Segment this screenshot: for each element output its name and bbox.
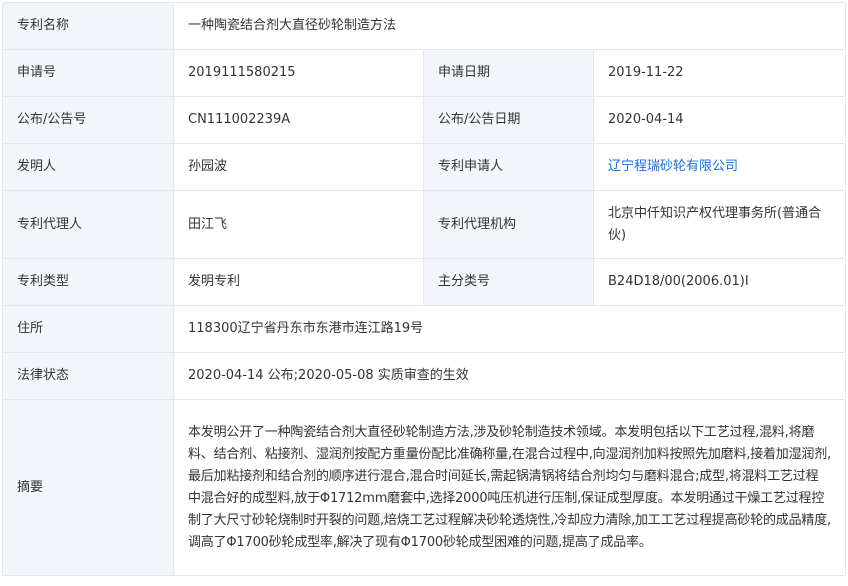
publication-date-label: 公布/公告日期 <box>423 96 594 144</box>
agent-value: 田江飞 <box>173 190 424 259</box>
applicant-cell: 辽宁程瑞砂轮有限公司 <box>592 143 847 191</box>
application-no-value: 2019111580215 <box>173 49 424 97</box>
patent-name-value: 一种陶瓷结合剂大直径砂轮制造方法 <box>172 2 847 50</box>
abstract-label: 摘要 <box>2 399 174 576</box>
patent-type-label: 专利类型 <box>2 258 174 306</box>
patent-name-label: 专利名称 <box>2 2 174 50</box>
row-address: 住所 118300辽宁省丹东市东港市连江路19号 <box>2 305 847 353</box>
application-no-label: 申请号 <box>2 49 174 97</box>
legal-status-label: 法律状态 <box>2 352 174 400</box>
publication-no-value: CN111002239A <box>173 96 424 144</box>
row-inventor-applicant: 发明人 孙园波 专利申请人 辽宁程瑞砂轮有限公司 <box>2 143 847 191</box>
row-type-class: 专利类型 发明专利 主分类号 B24D18/00(2006.01)I <box>2 258 847 306</box>
applicant-link[interactable]: 辽宁程瑞砂轮有限公司 <box>608 159 738 174</box>
address-value: 118300辽宁省丹东市东港市连江路19号 <box>172 305 847 353</box>
main-class-value: B24D18/00(2006.01)I <box>592 258 847 306</box>
publication-no-label: 公布/公告号 <box>2 96 174 144</box>
inventor-label: 发明人 <box>2 143 174 191</box>
application-date-label: 申请日期 <box>423 49 594 97</box>
inventor-value: 孙园波 <box>173 143 424 191</box>
abstract-value: 本发明公开了一种陶瓷结合剂大直径砂轮制造方法,涉及砂轮制造技术领域。本发明包括以… <box>172 399 847 576</box>
agency-label: 专利代理机构 <box>423 190 594 259</box>
address-label: 住所 <box>2 305 174 353</box>
agency-value: 北京中仟知识产权代理事务所(普通合伙) <box>592 190 847 259</box>
row-abstract: 摘要 本发明公开了一种陶瓷结合剂大直径砂轮制造方法,涉及砂轮制造技术领域。本发明… <box>2 399 847 576</box>
application-date-value: 2019-11-22 <box>592 49 847 97</box>
row-patent-name: 专利名称 一种陶瓷结合剂大直径砂轮制造方法 <box>2 2 847 50</box>
patent-info-table: 专利名称 一种陶瓷结合剂大直径砂轮制造方法 申请号 2019111580215 … <box>2 2 847 576</box>
legal-status-value: 2020-04-14 公布;2020-05-08 实质审查的生效 <box>172 352 847 400</box>
row-legal-status: 法律状态 2020-04-14 公布;2020-05-08 实质审查的生效 <box>2 352 847 400</box>
agent-label: 专利代理人 <box>2 190 174 259</box>
main-class-label: 主分类号 <box>423 258 594 306</box>
publication-date-value: 2020-04-14 <box>592 96 847 144</box>
row-publication: 公布/公告号 CN111002239A 公布/公告日期 2020-04-14 <box>2 96 847 144</box>
row-application: 申请号 2019111580215 申请日期 2019-11-22 <box>2 49 847 97</box>
applicant-label: 专利申请人 <box>423 143 594 191</box>
row-agent: 专利代理人 田江飞 专利代理机构 北京中仟知识产权代理事务所(普通合伙) <box>2 190 847 259</box>
patent-type-value: 发明专利 <box>173 258 424 306</box>
